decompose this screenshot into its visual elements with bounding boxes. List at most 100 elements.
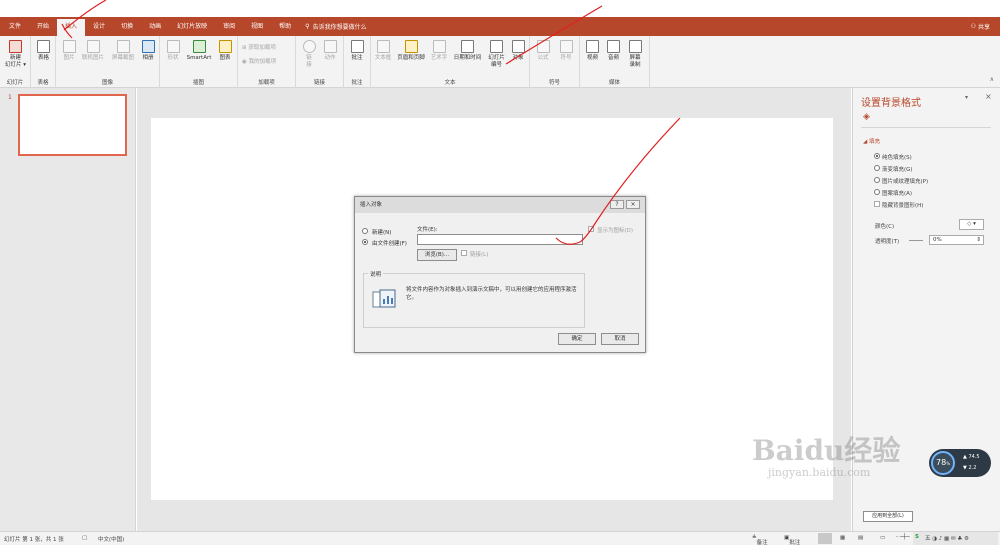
fill-bucket-icon[interactable]: ◈ [863, 112, 870, 122]
lightbulb-icon: ⚲ [305, 23, 310, 30]
ok-button[interactable]: 确定 [558, 333, 596, 345]
create-new-radio[interactable] [362, 228, 368, 234]
comment-button[interactable]: 批注 [348, 40, 366, 62]
create-from-file-radio[interactable] [362, 239, 368, 245]
tab-review[interactable]: 审阅 [215, 17, 243, 36]
new-slide-button[interactable]: 新建 幻灯片 ▾ [2, 40, 29, 69]
screenshot-button[interactable]: 屏幕截图 [109, 40, 137, 62]
comments-button[interactable]: ▣ 批注 [784, 535, 800, 546]
close-button[interactable]: × [626, 200, 640, 209]
group-label: 加载项 [258, 80, 275, 86]
textbox-button[interactable]: 文本框 [373, 40, 393, 62]
language-indicator[interactable]: 中文(中国) [98, 535, 124, 543]
tab-view[interactable]: 视图 [243, 17, 271, 36]
online-picture-button[interactable]: 联机图片 [80, 40, 106, 62]
gradient-fill-radio[interactable] [874, 165, 880, 171]
shapes-button[interactable]: 形状 [164, 40, 182, 62]
help-button[interactable]: ? [610, 200, 624, 209]
tab-slideshow[interactable]: 幻灯片放映 [169, 17, 215, 36]
browse-button[interactable]: 浏览(B)... [417, 249, 457, 261]
slide-number-button[interactable]: 幻灯片 编号 [485, 40, 508, 69]
group-label: 文本 [444, 80, 456, 86]
tell-me-box[interactable]: ⚲ 告诉我你想要做什么 [305, 22, 366, 31]
tab-transitions[interactable]: 切换 [113, 17, 141, 36]
textbox-icon [376, 40, 390, 53]
symbol-button[interactable]: 符号 [557, 40, 575, 62]
equation-button[interactable]: 公式 [534, 40, 552, 62]
hide-background-checkbox[interactable] [874, 201, 880, 207]
get-addins-button[interactable]: ⊞ 获取加载项 [242, 43, 276, 51]
picture-button[interactable]: 图片 [60, 40, 78, 62]
usage-gauge: 78% [931, 451, 955, 475]
solid-fill-radio[interactable] [874, 153, 880, 159]
spinner-icon[interactable]: ⇕ [976, 236, 981, 244]
slide-thumbnails-panel: 1 [0, 88, 136, 531]
spellcheck-icon[interactable]: ▢ [82, 535, 87, 541]
audio-label: 音频 [607, 55, 619, 61]
tab-help[interactable]: 帮助 [271, 17, 299, 36]
slide-sorter-button[interactable]: ▦ [840, 535, 845, 541]
share-button[interactable]: ⚇ 共享 [971, 22, 990, 31]
screen-recording-label: 屏幕 录制 [629, 55, 641, 68]
color-picker-button[interactable]: ◇ ▾ [959, 219, 984, 230]
ime-toolbar[interactable]: S 五 ◑ ♪ ▦ ✉ ♣ ⚙ [913, 532, 998, 545]
link-button[interactable]: 链 接 [300, 40, 318, 69]
fill-section-header[interactable]: ◢ 填充 [863, 137, 880, 145]
transparency-input[interactable]: 0% ⇕ [929, 235, 984, 245]
audio-button[interactable]: 音频 [604, 40, 623, 62]
result-text: 将文件内容作为对象插入到演示文稿中，可以用创建它的应用程序激活它。 [406, 287, 577, 301]
tab-file[interactable]: 文件 [0, 17, 29, 36]
notes-button[interactable]: ≜ 备注 [752, 535, 768, 546]
zoom-slider[interactable]: - ─┼─ [896, 534, 910, 540]
cancel-button[interactable]: 取消 [601, 333, 639, 345]
object-icon [511, 40, 525, 53]
watermark: Baidu经验 jingyan.baidu.com [752, 436, 900, 480]
create-from-file-label: 由文件创建(F) [372, 241, 407, 247]
reading-view-button[interactable]: ▤ [858, 535, 863, 541]
comment-label: 批注 [351, 55, 363, 61]
tab-insert[interactable]: 插入 [57, 19, 86, 36]
display-as-icon-checkbox[interactable] [588, 226, 594, 232]
object-file-icon [372, 289, 396, 308]
screen-recording-button[interactable]: 屏幕 录制 [625, 40, 645, 69]
picture-label: 图片 [63, 55, 75, 61]
tell-me-text: 告诉我你想要做什么 [312, 24, 367, 31]
tab-home[interactable]: 开始 [29, 17, 57, 36]
wordart-button[interactable]: 艺术字 [429, 40, 449, 62]
network-speed-widget[interactable]: 78% ▲ 74.5 ▼ 2.2 [929, 449, 991, 477]
pattern-fill-radio[interactable] [874, 189, 880, 195]
group-comments: 批注 批注 [344, 36, 371, 88]
screenshot-label: 屏幕截图 [111, 55, 134, 61]
smartart-button[interactable]: SmartArt [184, 40, 214, 62]
chart-button[interactable]: 图表 [216, 40, 234, 62]
slide-thumbnail[interactable] [18, 94, 127, 156]
object-button[interactable]: 对象 [509, 40, 527, 62]
normal-view-button[interactable] [818, 533, 832, 544]
shapes-icon [166, 40, 180, 53]
usage-percent: 78 [936, 458, 947, 467]
datetime-button[interactable]: 日期和时间 [451, 40, 484, 62]
apply-to-all-button[interactable]: 应用到全部(L) [863, 511, 913, 522]
collapse-ribbon-icon[interactable]: ∧ [990, 76, 994, 83]
header-footer-button[interactable]: 页眉和页脚 [395, 40, 427, 62]
picture-fill-radio[interactable] [874, 177, 880, 183]
hide-background-label: 隐藏背景图形(H) [882, 203, 924, 209]
video-button[interactable]: 视频 [583, 40, 602, 62]
slide-number: 1 [8, 94, 12, 101]
pane-options-icon[interactable]: ▾ [965, 94, 968, 101]
smartart-icon [192, 40, 206, 53]
group-addins: ⊞ 获取加载项 ◉ 我的加载项 加载项 [238, 36, 296, 88]
tab-animations[interactable]: 动画 [141, 17, 169, 36]
action-button[interactable]: 动作 [321, 40, 339, 62]
file-path-input[interactable] [417, 234, 583, 245]
tab-design[interactable]: 设计 [85, 17, 113, 36]
upload-speed: ▲ 74.5 [963, 454, 980, 460]
my-addins-button[interactable]: ◉ 我的加载项 [242, 57, 276, 65]
album-button[interactable]: 相册 [139, 40, 157, 62]
table-button[interactable]: 表格 [35, 40, 52, 62]
slideshow-button[interactable]: ▭ [880, 535, 885, 541]
link-checkbox[interactable] [461, 250, 467, 256]
group-label: 幻灯片 [6, 80, 24, 86]
transparency-slider[interactable] [909, 240, 923, 241]
pane-close-icon[interactable]: × [985, 92, 992, 101]
